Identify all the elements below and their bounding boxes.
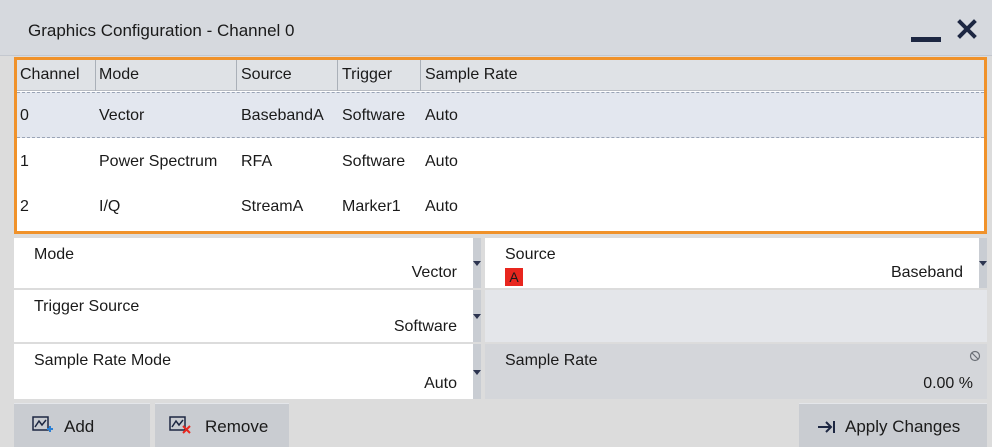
chevron-down-icon[interactable] — [473, 238, 481, 288]
cell-source: StreamA — [241, 198, 304, 215]
source-label: Source — [505, 246, 556, 263]
cell-mode: Vector — [99, 107, 145, 124]
close-button[interactable] — [954, 12, 984, 46]
cell-source: RFA — [241, 153, 273, 170]
cell-mode: Power Spectrum — [99, 153, 218, 170]
sample-rate-mode-value: Auto — [424, 375, 457, 392]
table-row[interactable]: 2 I/Q StreamA Marker1 Auto — [17, 184, 984, 230]
trigger-source-label: Trigger Source — [34, 298, 140, 315]
column-header-trigger[interactable]: Trigger — [342, 66, 392, 84]
close-icon — [957, 19, 977, 39]
channel-table: Channel Mode Source Trigger Sample Rate … — [14, 57, 987, 234]
column-divider — [337, 60, 338, 91]
add-button[interactable]: Add — [14, 403, 150, 447]
table-row[interactable]: 1 Power Spectrum RFA Software Auto — [17, 139, 984, 185]
chevron-down-icon[interactable] — [473, 344, 481, 399]
remove-button[interactable]: Remove — [155, 403, 289, 447]
disabled-icon — [969, 350, 981, 362]
mode-value: Vector — [411, 264, 457, 281]
trigger-source-dropdown[interactable]: Trigger Source Software — [14, 290, 481, 342]
column-header-sample-rate[interactable]: Sample Rate — [425, 66, 518, 84]
add-graphic-icon — [32, 416, 53, 432]
remove-button-label: Remove — [205, 417, 269, 436]
title-bar: Graphics Configuration - Channel 0 — [0, 0, 992, 56]
chevron-down-icon[interactable] — [979, 238, 987, 288]
cell-trigger: Software — [342, 153, 406, 170]
source-value: Baseband — [890, 264, 963, 281]
column-divider — [95, 60, 96, 91]
source-dropdown[interactable]: Source A Baseband — [485, 238, 987, 288]
window-title: Graphics Configuration - Channel 0 — [28, 21, 295, 40]
column-header-source[interactable]: Source — [241, 66, 292, 84]
apply-arrow-icon — [818, 421, 835, 433]
add-button-label: Add — [64, 417, 95, 436]
sample-rate-field: Sample Rate 0.00 % — [485, 344, 987, 399]
cell-sample-rate: Auto — [425, 107, 458, 124]
column-divider — [420, 60, 421, 91]
column-header-channel[interactable]: Channel — [20, 66, 80, 84]
sample-rate-value: 0.00 % — [923, 375, 973, 392]
cell-trigger: Software — [342, 107, 406, 124]
cell-sample-rate: Auto — [425, 153, 458, 170]
apply-changes-button[interactable]: Apply Changes — [799, 403, 987, 447]
cell-trigger: Marker1 — [342, 198, 401, 215]
mode-label: Mode — [34, 246, 75, 263]
source-path-badge: A — [505, 268, 523, 286]
column-header-mode[interactable]: Mode — [99, 66, 139, 84]
column-divider — [236, 60, 237, 91]
empty-panel — [485, 290, 987, 342]
sample-rate-label: Sample Rate — [505, 352, 598, 369]
cell-channel: 1 — [20, 153, 29, 170]
cell-channel: 2 — [20, 198, 29, 215]
cell-sample-rate: Auto — [425, 198, 458, 215]
chevron-down-icon[interactable] — [473, 290, 481, 342]
table-header: Channel Mode Source Trigger Sample Rate — [17, 60, 984, 91]
table-row[interactable]: 0 Vector BasebandA Software Auto — [17, 92, 984, 138]
cell-mode: I/Q — [99, 198, 121, 215]
cell-channel: 0 — [20, 107, 29, 124]
cell-source: BasebandA — [241, 107, 324, 124]
sample-rate-mode-label: Sample Rate Mode — [34, 352, 171, 369]
minimize-button[interactable] — [911, 24, 941, 42]
remove-graphic-icon — [169, 416, 191, 434]
mode-dropdown[interactable]: Mode Vector — [14, 238, 481, 288]
trigger-source-value: Software — [393, 318, 457, 335]
apply-changes-label: Apply Changes — [845, 417, 961, 436]
sample-rate-mode-dropdown[interactable]: Sample Rate Mode Auto — [14, 344, 481, 399]
